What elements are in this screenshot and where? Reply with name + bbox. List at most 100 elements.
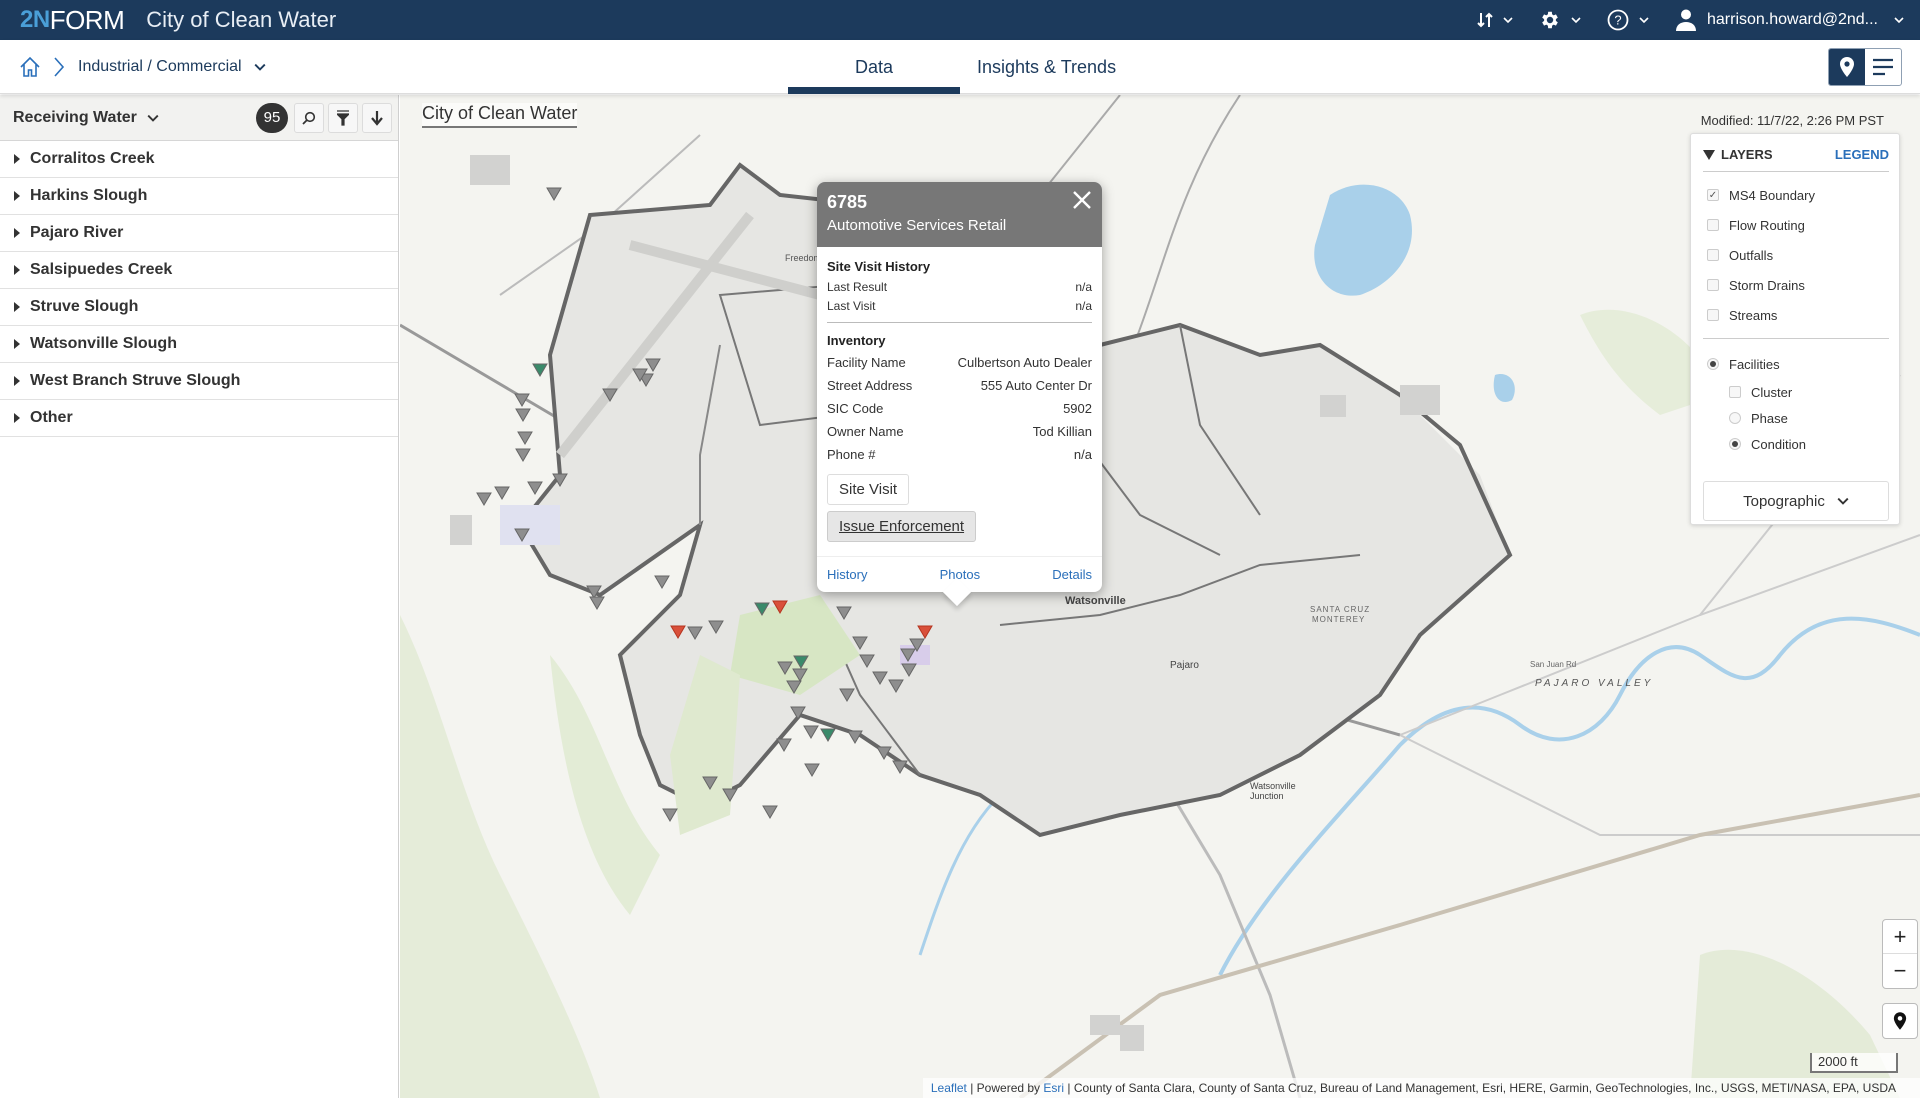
- facility-marker-neutral[interactable]: [589, 596, 605, 610]
- zoom-out-button[interactable]: −: [1883, 954, 1917, 988]
- facilities-cluster-option[interactable]: Cluster: [1725, 379, 1889, 405]
- tab-insights-trends[interactable]: Insights & Trends: [960, 40, 1133, 94]
- facility-marker-neutral[interactable]: [786, 680, 802, 694]
- facility-marker-neutral[interactable]: [901, 663, 917, 677]
- facility-marker-good[interactable]: [820, 728, 836, 742]
- details-link[interactable]: Details: [1052, 567, 1092, 582]
- facility-marker-neutral[interactable]: [517, 431, 533, 445]
- facilities-phase-option[interactable]: Phase: [1725, 405, 1889, 431]
- facility-marker-neutral[interactable]: [803, 725, 819, 739]
- collapse-triangle-icon[interactable]: [1703, 149, 1715, 160]
- facility-marker-neutral[interactable]: [645, 358, 661, 372]
- facilities-condition-option[interactable]: Condition: [1725, 431, 1889, 457]
- leaflet-link[interactable]: Leaflet: [931, 1081, 967, 1095]
- help-menu-button[interactable]: ?: [1607, 9, 1649, 31]
- sort-menu-button[interactable]: [1477, 11, 1513, 29]
- facility-marker-good[interactable]: [793, 655, 809, 669]
- radio-selected[interactable]: [1707, 358, 1719, 370]
- chevron-down-icon[interactable]: [147, 112, 159, 124]
- layer-streams[interactable]: Streams: [1703, 300, 1889, 330]
- facility-marker-neutral[interactable]: [804, 763, 820, 777]
- settings-menu-button[interactable]: [1539, 9, 1581, 31]
- checkbox[interactable]: [1707, 219, 1719, 231]
- list-item[interactable]: West Branch Struve Slough: [0, 363, 398, 400]
- facility-marker-neutral[interactable]: [792, 668, 808, 682]
- layer-facilities[interactable]: Facilities: [1703, 349, 1889, 379]
- layer-ms4-boundary[interactable]: ✓ MS4 Boundary: [1703, 180, 1889, 210]
- facility-marker-good[interactable]: [754, 602, 770, 616]
- radio[interactable]: [1729, 412, 1741, 424]
- facility-marker-neutral[interactable]: [515, 448, 531, 462]
- search-button[interactable]: [294, 102, 324, 133]
- facility-marker-neutral[interactable]: [494, 486, 510, 500]
- facility-marker-neutral[interactable]: [876, 746, 892, 760]
- history-link[interactable]: History: [827, 567, 867, 582]
- facility-marker-neutral[interactable]: [847, 730, 863, 744]
- app-logo[interactable]: 2N FORM: [20, 5, 125, 36]
- legend-link[interactable]: LEGEND: [1835, 147, 1889, 162]
- facility-marker-neutral[interactable]: [852, 636, 868, 650]
- facility-marker-neutral[interactable]: [892, 760, 908, 774]
- list-item[interactable]: Struve Slough: [0, 289, 398, 326]
- checkbox[interactable]: [1707, 279, 1719, 291]
- list-item[interactable]: Pajaro River: [0, 215, 398, 252]
- facility-marker-neutral[interactable]: [687, 626, 703, 640]
- facility-marker-neutral[interactable]: [839, 688, 855, 702]
- facility-marker-neutral[interactable]: [708, 620, 724, 634]
- filter-button[interactable]: [328, 102, 358, 133]
- home-icon[interactable]: [18, 55, 42, 79]
- layer-flow-routing[interactable]: Flow Routing: [1703, 210, 1889, 240]
- checkbox[interactable]: [1729, 386, 1741, 398]
- group-by-select[interactable]: Receiving Water: [13, 109, 137, 127]
- checkbox[interactable]: [1707, 309, 1719, 321]
- checkbox-checked[interactable]: ✓: [1707, 189, 1719, 201]
- facility-marker-bad[interactable]: [917, 625, 933, 639]
- checkbox[interactable]: [1707, 249, 1719, 261]
- facility-marker-neutral[interactable]: [900, 648, 916, 662]
- facility-marker-neutral[interactable]: [515, 408, 531, 422]
- tab-data[interactable]: Data: [788, 40, 960, 94]
- map-canvas[interactable]: Watsonville Pajaro PAJARO VALLEY SANTA C…: [400, 95, 1920, 1098]
- facility-marker-neutral[interactable]: [602, 388, 618, 402]
- breadcrumb-program[interactable]: Industrial / Commercial: [78, 58, 242, 76]
- esri-link[interactable]: Esri: [1043, 1081, 1064, 1095]
- facility-marker-neutral[interactable]: [888, 679, 904, 693]
- facility-marker-neutral[interactable]: [872, 671, 888, 685]
- radio-selected[interactable]: [1729, 438, 1741, 450]
- chevron-down-icon[interactable]: [254, 61, 266, 73]
- download-button[interactable]: [362, 102, 392, 133]
- facility-marker-neutral[interactable]: [777, 661, 793, 675]
- list-item[interactable]: Corralitos Creek: [0, 141, 398, 178]
- layer-outfalls[interactable]: Outfalls: [1703, 240, 1889, 270]
- facility-marker-neutral[interactable]: [790, 706, 806, 720]
- facility-marker-neutral[interactable]: [586, 585, 602, 599]
- facility-marker-neutral[interactable]: [836, 606, 852, 620]
- facility-marker-neutral[interactable]: [776, 738, 792, 752]
- facility-marker-neutral[interactable]: [859, 654, 875, 668]
- locate-button[interactable]: [1882, 1003, 1918, 1039]
- facility-marker-neutral[interactable]: [654, 575, 670, 589]
- list-item[interactable]: Watsonville Slough: [0, 326, 398, 363]
- facility-marker-bad[interactable]: [772, 600, 788, 614]
- facility-marker-neutral[interactable]: [662, 808, 678, 822]
- facility-marker-neutral[interactable]: [514, 393, 530, 407]
- facility-marker-neutral[interactable]: [722, 788, 738, 802]
- facility-marker-neutral[interactable]: [476, 492, 492, 506]
- facility-marker-neutral[interactable]: [552, 473, 568, 487]
- facility-marker-neutral[interactable]: [527, 481, 543, 495]
- facility-marker-neutral[interactable]: [702, 776, 718, 790]
- map-view-button[interactable]: [1829, 49, 1865, 85]
- facility-marker-bad[interactable]: [670, 625, 686, 639]
- list-item[interactable]: Salsipuedes Creek: [0, 252, 398, 289]
- issue-enforcement-button[interactable]: Issue Enforcement: [827, 511, 977, 542]
- facility-marker-neutral[interactable]: [546, 187, 562, 201]
- list-item[interactable]: Harkins Slough: [0, 178, 398, 215]
- layer-storm-drains[interactable]: Storm Drains: [1703, 270, 1889, 300]
- user-menu-button[interactable]: harrison.howard@2nd...: [1675, 8, 1904, 32]
- basemap-select[interactable]: Topographic: [1703, 481, 1889, 521]
- facility-marker-neutral[interactable]: [762, 805, 778, 819]
- list-view-button[interactable]: [1865, 49, 1901, 85]
- facility-marker-neutral[interactable]: [514, 528, 530, 542]
- facility-marker-good[interactable]: [532, 363, 548, 377]
- zoom-in-button[interactable]: +: [1883, 920, 1917, 954]
